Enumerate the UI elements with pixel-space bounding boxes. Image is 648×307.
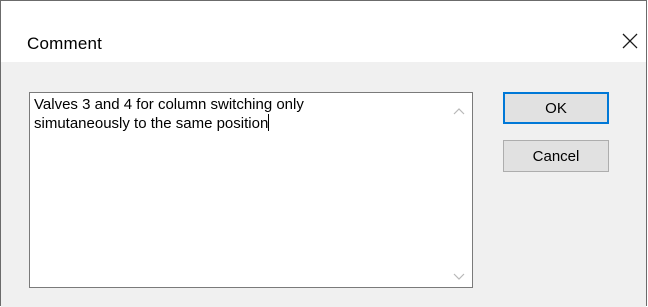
title-bar[interactable]: Comment — [1, 1, 646, 62]
close-icon[interactable] — [620, 31, 640, 51]
dialog-title: Comment — [27, 34, 103, 53]
dialog-body: Valves 3 and 4 for column switching only… — [1, 62, 646, 307]
comment-textarea[interactable]: Valves 3 and 4 for column switching only… — [29, 92, 473, 288]
chevron-up-icon[interactable] — [452, 103, 466, 115]
comment-text[interactable]: Valves 3 and 4 for column switching only… — [34, 95, 444, 133]
comment-line-1: Valves 3 and 4 for column switching only — [34, 96, 304, 113]
comment-line-2: simutaneously to the same position — [34, 115, 269, 132]
cancel-button-label: Cancel — [532, 147, 580, 165]
cancel-button[interactable]: Cancel — [503, 140, 609, 172]
ok-button-label: OK — [545, 99, 567, 117]
chevron-down-icon[interactable] — [452, 269, 466, 280]
text-caret — [268, 114, 270, 131]
comment-dialog: Comment Valves 3 and 4 for column switch… — [0, 0, 647, 307]
ok-button[interactable]: OK — [503, 92, 609, 124]
